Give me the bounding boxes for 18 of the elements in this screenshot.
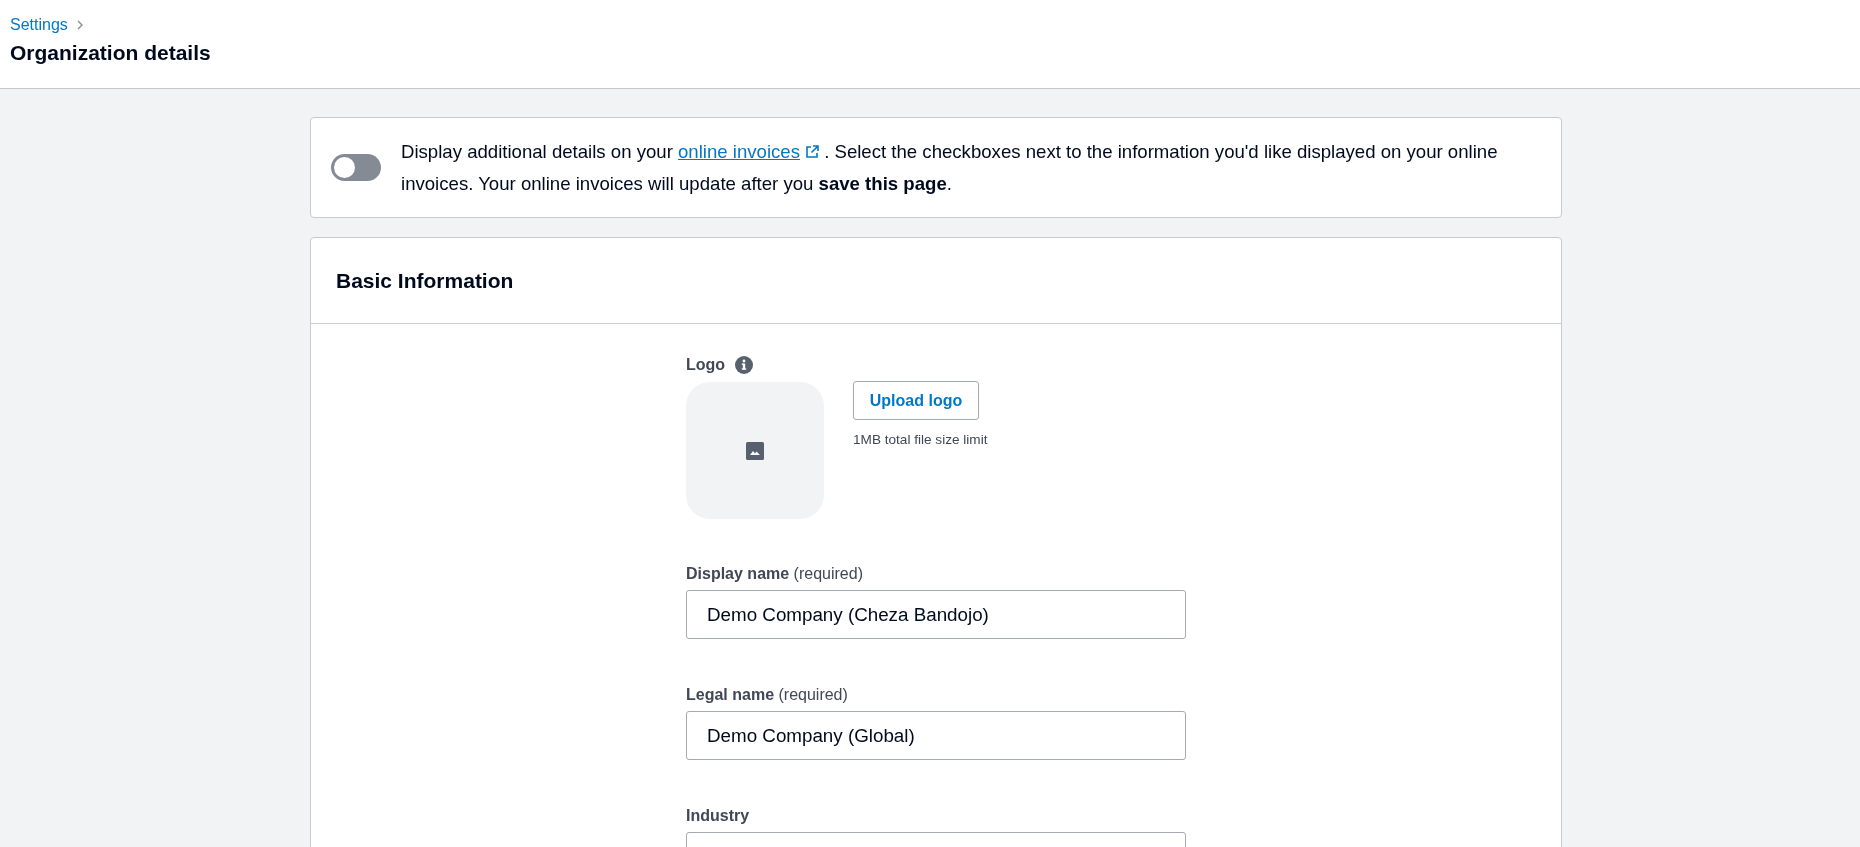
image-icon xyxy=(746,441,764,460)
info-icon[interactable] xyxy=(735,356,754,374)
file-size-hint: 1MB total file size limit xyxy=(853,432,988,448)
upload-logo-button[interactable]: Upload logo xyxy=(853,381,979,420)
section-title: Basic Information xyxy=(336,268,514,293)
text-input[interactable]: Demo Company (Cheza Bandojo) xyxy=(686,590,1186,639)
text-input[interactable]: Demo Company (Global) xyxy=(686,711,1186,760)
toggle-switch[interactable] xyxy=(331,154,381,181)
field-label: Industry xyxy=(686,806,751,826)
field-label: Display name (required) xyxy=(686,564,864,584)
external-link-icon xyxy=(805,144,819,159)
breadcrumb-link[interactable]: Settings xyxy=(10,14,68,36)
chevron-right-icon xyxy=(76,20,83,30)
online-invoices-link[interactable]: online invoices xyxy=(678,140,819,162)
field-label: Legal name (required) xyxy=(686,685,849,705)
banner-text: Display additional details on your online invoices . Select the checkboxes next to the information you'd like displayed on your online invoices. Your online invoices will update after you save this page. xyxy=(401,139,1499,196)
page-title: Organization details xyxy=(10,40,211,66)
field-label: Logo xyxy=(686,355,726,375)
